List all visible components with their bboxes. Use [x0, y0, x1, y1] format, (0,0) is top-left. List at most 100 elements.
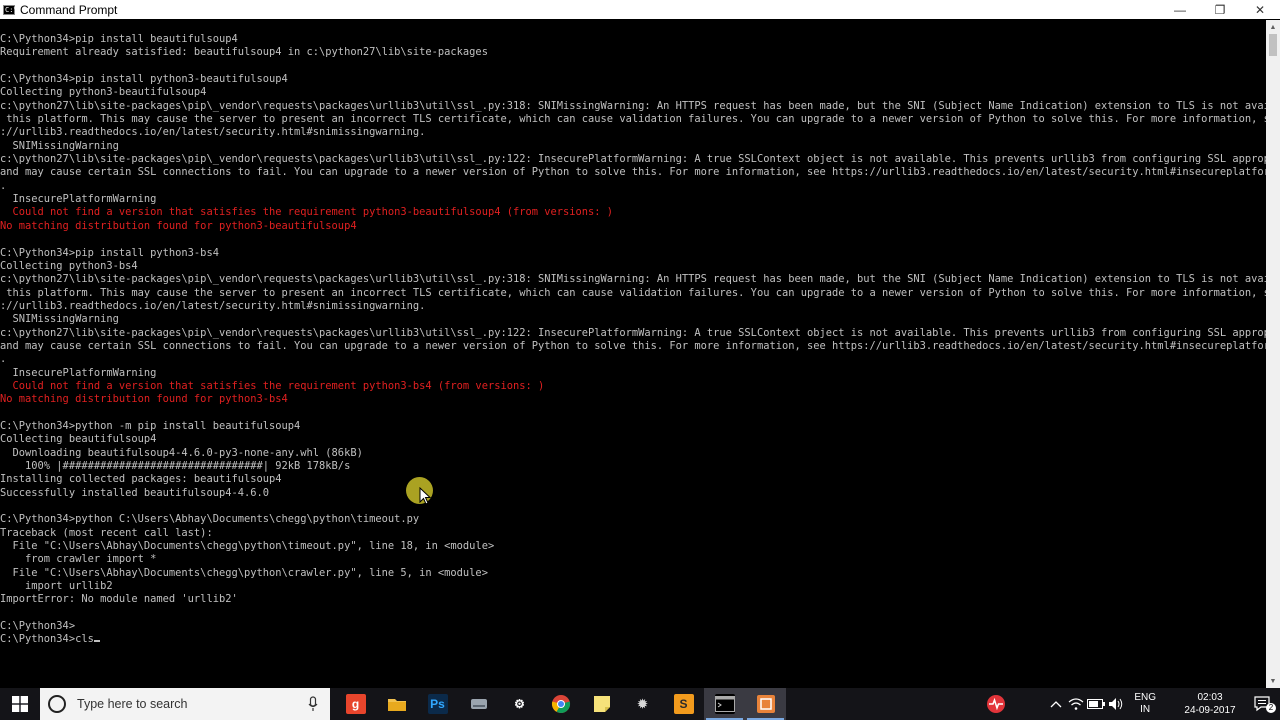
minimize-button[interactable]: — [1160, 0, 1200, 19]
hard-drive-icon [469, 694, 489, 714]
terminal-line-text: SNIMissingWarning [0, 313, 119, 326]
microphone-icon[interactable] [308, 696, 318, 712]
terminal-line-text: this platform. This may cause the server… [0, 286, 1266, 299]
taskbar-app-sticky-notes[interactable] [581, 688, 622, 720]
terminal-line-text: SNIMissingWarning [0, 139, 119, 152]
terminal-line: from crawler import * [0, 553, 1266, 566]
terminal-line-text: No matching distribution found for pytho… [0, 393, 288, 406]
terminal-line-text: Traceback (most recent call last): [0, 526, 213, 539]
command-prompt-icon [714, 694, 735, 714]
maximize-button[interactable]: ❐ [1200, 0, 1240, 19]
windows-logo-icon [12, 696, 28, 712]
taskbar-app-chrome[interactable] [540, 688, 581, 720]
clock[interactable]: 02:03 24-09-2017 [1180, 691, 1240, 717]
cortana-icon [48, 695, 66, 713]
terminal-line-text: and may cause certain SSL connections to… [0, 166, 1266, 179]
terminal-line-text: ImportError: No module named 'urllib2' [0, 593, 238, 606]
terminal-line-text: C:\Python34>pip install python3-beautifu… [0, 73, 288, 86]
terminal-line-text: C:\Python34>pip install beautifulsoup4 [0, 33, 238, 45]
taskbar-app-g-app[interactable]: g [335, 688, 376, 720]
scrollbar-thumb[interactable] [1269, 34, 1277, 56]
terminal-lines: C:\Python34>pip install beautifulsoup4 Re… [0, 20, 1266, 647]
vertical-scrollbar[interactable]: ▲ ▼ [1266, 20, 1280, 688]
sublime-text-icon: S [673, 694, 694, 714]
terminal-line: Successfully installed beautifulsoup4-4.… [0, 487, 1266, 500]
clock-date: 24-09-2017 [1184, 705, 1236, 716]
terminal-line: ://urllib3.readthedocs.io/en/latest/secu… [0, 300, 1266, 313]
terminal-line: import urllib2 [0, 580, 1266, 593]
scroll-down-arrow-icon[interactable]: ▼ [1266, 674, 1280, 688]
scroll-up-arrow-icon[interactable]: ▲ [1266, 20, 1280, 34]
terminal-line: InsecurePlatformWarning [0, 193, 1266, 206]
terminal-line: SNIMissingWarning [0, 313, 1266, 326]
terminal-line: c:\python27\lib\site-packages\pip\_vendo… [0, 273, 1266, 286]
terminal-line: Requirement already satisfied: beautiful… [0, 46, 1266, 59]
terminal-line-text: Successfully installed beautifulsoup4-4.… [0, 486, 269, 499]
terminal-line: ImportError: No module named 'urllib2' [0, 593, 1266, 606]
close-button[interactable]: ✕ [1240, 0, 1280, 19]
terminal-line: c:\python27\lib\site-packages\pip\_vendo… [0, 100, 1266, 113]
terminal-line-text: File "C:\Users\Abhay\Documents\chegg\pyt… [0, 566, 488, 579]
battery-icon[interactable] [1086, 699, 1106, 709]
sticky-notes-icon [592, 694, 612, 714]
command-prompt-app-icon: C:\ [3, 4, 18, 15]
terminal-line: ://urllib3.readthedocs.io/en/latest/secu… [0, 126, 1266, 139]
terminal-line: C:\Python34>pip install python3-bs4 [0, 247, 1266, 260]
system-settings-icon: ✹ [637, 697, 648, 711]
terminal-line-text: C:\Python34>python -m pip install beauti… [0, 419, 301, 432]
terminal-line: C:\Python34>python -m pip install beauti… [0, 420, 1266, 433]
taskbar-app-hard-drive[interactable] [458, 688, 499, 720]
action-center-button[interactable]: 2 [1250, 695, 1280, 713]
terminal-line-text: Requirement already satisfied: beautiful… [0, 46, 488, 59]
taskbar-search-box[interactable]: Type here to search [40, 688, 330, 720]
taskbar-app-settings-gear[interactable]: ⚙ [499, 688, 540, 720]
terminal-line-text: . [0, 353, 7, 366]
photoshop-icon: Ps [427, 694, 448, 714]
terminal-error-line: No matching distribution found for pytho… [0, 393, 1266, 406]
terminal-output[interactable]: C:\Python34>pip install beautifulsoup4 Re… [0, 20, 1266, 688]
terminal-line: InsecurePlatformWarning [0, 367, 1266, 380]
terminal-line-text: Collecting beautifulsoup4 [0, 433, 157, 446]
terminal-line-text: C:\Python34> [0, 620, 76, 633]
terminal-line-text: ://urllib3.readthedocs.io/en/latest/secu… [0, 126, 426, 139]
taskbar: Type here to search g Ps ⚙ ✹ S ENG IN 02:03 [0, 688, 1280, 720]
terminal-line-text: InsecurePlatformWarning [0, 366, 157, 379]
terminal-line-text: Collecting python3-beautifulsoup4 [0, 86, 207, 99]
terminal-line: C:\Python34>pip install python3-beautifu… [0, 73, 1266, 86]
taskbar-apps: g Ps ⚙ ✹ S [335, 688, 786, 720]
terminal-line-text: Downloading beautifulsoup4-4.6.0-py3-non… [0, 446, 363, 459]
show-hidden-icons-icon[interactable] [1046, 700, 1066, 708]
taskbar-app-photoshop[interactable]: Ps [417, 688, 458, 720]
terminal-line-text: import urllib2 [0, 580, 113, 593]
settings-gear-icon: ⚙ [514, 697, 525, 711]
activity-monitor-icon[interactable] [986, 694, 1006, 714]
terminal-line-text: and may cause certain SSL connections to… [0, 339, 1266, 352]
input-language-indicator[interactable]: ENG IN [1134, 692, 1156, 716]
system-tray: ENG IN 02:03 24-09-2017 2 [986, 688, 1280, 720]
terminal-error-line: Could not find a version that satisfies … [0, 206, 1266, 219]
network-wifi-icon[interactable] [1066, 697, 1086, 711]
window-title: Command Prompt [20, 2, 118, 17]
terminal-line: and may cause certain SSL connections to… [0, 166, 1266, 179]
terminal-line-text: Installing collected packages: beautiful… [0, 473, 282, 486]
screen-recorder-icon [756, 694, 776, 714]
terminal-line: C:\Python34>pip install beautifulsoup4 [0, 33, 1266, 46]
start-button[interactable] [0, 688, 40, 720]
terminal-line-text: File "C:\Users\Abhay\Documents\chegg\pyt… [0, 540, 495, 553]
terminal-line: Collecting python3-bs4 [0, 260, 1266, 273]
volume-icon[interactable] [1106, 697, 1126, 711]
taskbar-app-system-settings[interactable]: ✹ [622, 688, 663, 720]
taskbar-app-file-explorer[interactable] [376, 688, 417, 720]
clock-time: 02:03 [1197, 692, 1223, 703]
terminal-line: and may cause certain SSL connections to… [0, 340, 1266, 353]
taskbar-app-command-prompt[interactable] [704, 688, 745, 720]
terminal-line-text: Could not find a version that satisfies … [0, 206, 614, 219]
search-placeholder: Type here to search [77, 697, 188, 711]
mouse-pointer-icon [419, 487, 431, 505]
taskbar-app-sublime-text[interactable]: S [663, 688, 704, 720]
taskbar-app-screen-recorder[interactable] [745, 688, 786, 720]
